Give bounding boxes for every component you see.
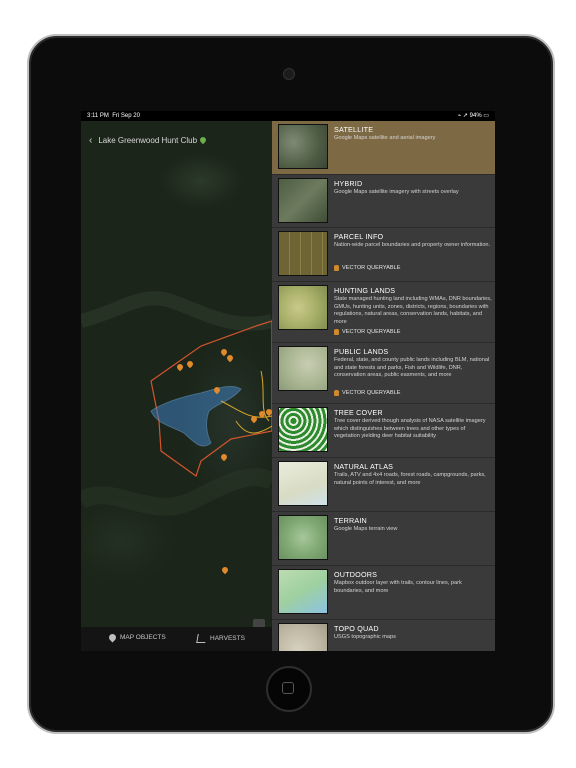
battery-level: 94% bbox=[469, 113, 482, 119]
home-button-icon bbox=[282, 682, 294, 694]
front-camera bbox=[283, 68, 295, 80]
hunting-lands-thumbnail bbox=[278, 285, 328, 330]
status-bar: 3:11 PM Fri Sep 20 ⌁ ➚ 94% ▭ bbox=[81, 111, 495, 121]
layer-title: SATELLITE bbox=[334, 125, 374, 134]
terrain-thumbnail bbox=[278, 515, 328, 560]
map-objects-label: MAP OBJECTS bbox=[120, 634, 166, 641]
layer-row-natural-atlas[interactable]: NATURAL ATLAS Trails, ATV and 4x4 roads,… bbox=[272, 458, 495, 512]
vector-queryable-label: VECTOR QUERYABLE bbox=[342, 390, 401, 396]
map-title: Lake Greenwood Hunt Club bbox=[98, 136, 198, 145]
layer-title: TREE COVER bbox=[334, 408, 383, 417]
status-time: 3:11 PM bbox=[87, 113, 109, 119]
topo-quad-thumbnail bbox=[278, 623, 328, 651]
map-overlay bbox=[81, 291, 272, 516]
outdoors-thumbnail bbox=[278, 569, 328, 614]
layer-description: Nation-wide parcel boundaries and proper… bbox=[334, 242, 491, 248]
layer-row-outdoors[interactable]: OUTDOORS Mapbox outdoor layer with trail… bbox=[272, 566, 495, 620]
screen: 3:11 PM Fri Sep 20 ⌁ ➚ 94% ▭ ‹ Lake Green… bbox=[81, 111, 495, 651]
home-button[interactable] bbox=[266, 666, 312, 712]
hybrid-thumbnail bbox=[278, 178, 328, 223]
map-header: ‹ Lake Greenwood Hunt Club bbox=[89, 135, 208, 146]
layer-description: Google Maps satellite and aerial imagery bbox=[334, 135, 436, 141]
antler-icon bbox=[196, 634, 207, 643]
back-chevron-icon[interactable]: ‹ bbox=[89, 135, 92, 146]
layer-title: TOPO QUAD bbox=[334, 624, 379, 633]
vector-queryable-icon bbox=[334, 329, 339, 335]
harvests-button[interactable]: HARVESTS bbox=[196, 634, 245, 643]
status-time-date: 3:11 PM Fri Sep 20 bbox=[87, 111, 140, 121]
parcel-info-thumbnail bbox=[278, 231, 328, 276]
layer-row-parcel-info[interactable]: PARCEL INFO Nation-wide parcel boundarie… bbox=[272, 228, 495, 282]
layer-title: HUNTING LANDS bbox=[334, 286, 396, 295]
layer-description: USGS topographic maps bbox=[334, 634, 396, 640]
layer-row-topo-quad[interactable]: TOPO QUAD USGS topographic maps bbox=[272, 620, 495, 651]
layer-description: Google Maps terrain view bbox=[334, 526, 398, 532]
layer-description: Trails, ATV and 4x4 roads, forest roads,… bbox=[334, 472, 486, 486]
harvests-label: HARVESTS bbox=[210, 635, 245, 642]
layer-row-tree-cover[interactable]: TREE COVER Tree cover derived though ana… bbox=[272, 404, 495, 458]
layer-panel: SATELLITE Google Maps satellite and aeri… bbox=[272, 121, 495, 651]
layer-title: NATURAL ATLAS bbox=[334, 462, 394, 471]
layer-row-hybrid[interactable]: HYBRID Google Maps satellite imagery wit… bbox=[272, 175, 495, 228]
status-battery: ⌁ ➚ 94% ▭ bbox=[457, 113, 489, 119]
public-lands-thumbnail bbox=[278, 346, 328, 391]
vector-queryable-label: VECTOR QUERYABLE bbox=[342, 265, 401, 271]
natural-atlas-thumbnail bbox=[278, 461, 328, 506]
layer-title: HYBRID bbox=[334, 179, 363, 188]
layer-title: PARCEL INFO bbox=[334, 232, 384, 241]
tree-cover-thumbnail bbox=[278, 407, 328, 452]
layer-description: Tree cover derived though analysis of NA… bbox=[334, 418, 486, 440]
vector-queryable-icon bbox=[334, 265, 339, 271]
layer-row-satellite[interactable]: SATELLITE Google Maps satellite and aeri… bbox=[272, 121, 495, 175]
layer-row-hunting-lands[interactable]: HUNTING LANDS State managed hunting land… bbox=[272, 282, 495, 343]
layer-title: OUTDOORS bbox=[334, 570, 378, 579]
layer-title: TERRAIN bbox=[334, 516, 367, 525]
vector-queryable-badge: VECTOR QUERYABLE bbox=[334, 390, 400, 396]
vector-queryable-badge: VECTOR QUERYABLE bbox=[334, 265, 400, 271]
map-objects-button[interactable]: MAP OBJECTS bbox=[107, 632, 166, 643]
layer-row-terrain[interactable]: TERRAIN Google Maps terrain view bbox=[272, 512, 495, 566]
layer-description: State managed hunting land including WMA… bbox=[334, 296, 492, 325]
map-view[interactable]: ‹ Lake Greenwood Hunt Club bbox=[81, 121, 274, 633]
layer-title: PUBLIC LANDS bbox=[334, 347, 389, 356]
map-pin-icon bbox=[107, 632, 118, 643]
layer-description: Google Maps satellite imagery with stree… bbox=[334, 189, 459, 195]
bottom-toolbar: MAP OBJECTS HARVESTS bbox=[81, 627, 272, 651]
vector-queryable-icon bbox=[334, 390, 339, 396]
vector-queryable-badge: VECTOR QUERYABLE bbox=[334, 329, 400, 335]
status-date: Fri Sep 20 bbox=[112, 113, 140, 119]
layer-description: Federal, state, and county public lands … bbox=[334, 357, 490, 379]
layer-description: Mapbox outdoor layer with trails, contou… bbox=[334, 580, 462, 594]
vector-queryable-label: VECTOR QUERYABLE bbox=[342, 329, 401, 335]
layer-row-public-lands[interactable]: PUBLIC LANDS Federal, state, and county … bbox=[272, 343, 495, 404]
location-pin-icon bbox=[198, 135, 208, 145]
satellite-thumbnail bbox=[278, 124, 328, 169]
